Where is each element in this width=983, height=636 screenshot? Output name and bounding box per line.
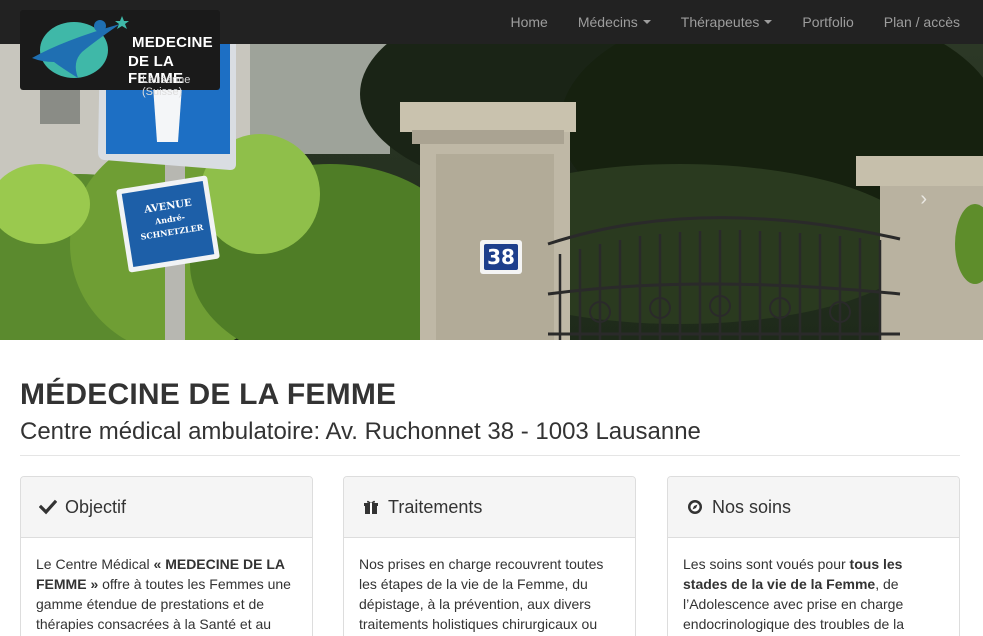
panel-nos-soins: Nos soins Les soins sont voués pour tous… — [667, 476, 960, 636]
house-number: 38 — [487, 245, 515, 269]
nav-therapeutes[interactable]: Thérapeutes — [666, 0, 788, 44]
logo-text-line1: MEDECINE — [132, 34, 213, 51]
panel-text: Nos prises en charge recouvrent toutes l… — [359, 556, 604, 632]
nav-medecins[interactable]: Médecins — [563, 0, 666, 44]
caret-down-icon — [642, 20, 651, 24]
nav-home[interactable]: Home — [495, 0, 562, 44]
site-logo[interactable]: MEDECINE DE LA FEMME Lausanne (Suisse) — [20, 10, 220, 98]
divider — [20, 455, 960, 456]
page-title: MÉDECINE DE LA FEMME — [20, 378, 397, 411]
panel-text: Le Centre Médical — [36, 556, 154, 572]
panel-heading: Traitements — [344, 477, 635, 538]
nav-therapeutes-label: Thérapeutes — [680, 14, 760, 30]
nav-portfolio[interactable]: Portfolio — [787, 0, 868, 44]
compass-icon — [686, 498, 704, 516]
panel-title: Objectif — [65, 496, 127, 517]
panel-text: Les soins sont voués pour — [683, 556, 850, 572]
chevron-right-icon[interactable]: › — [920, 188, 927, 211]
page-subtitle: Centre médical ambulatoire: Av. Ruchonne… — [20, 418, 701, 445]
panel-body: Le Centre Médical « MEDECINE DE LA FEMME… — [21, 538, 312, 634]
panel-body: Nos prises en charge recouvrent toutes l… — [344, 538, 635, 634]
caret-down-icon — [764, 20, 773, 24]
panel-title: Traitements — [388, 496, 483, 517]
nav-portfolio-label: Portfolio — [802, 14, 854, 30]
panel-body: Les soins sont voués pour tous les stade… — [668, 538, 959, 634]
nav-links: Home Médecins Thérapeutes Portfolio Plan… — [495, 0, 975, 44]
nav-plan-acces[interactable]: Plan / accès — [869, 0, 975, 44]
nav-medecins-label: Médecins — [577, 14, 638, 30]
panel-objectif: Objectif Le Centre Médical « MEDECINE DE… — [20, 476, 313, 636]
logo-figure-icon — [32, 16, 129, 78]
panel-traitements: Traitements Nos prises en charge recouvr… — [343, 476, 636, 636]
logo-text-line3: Lausanne (Suisse) — [142, 74, 191, 98]
panel-title: Nos soins — [712, 496, 792, 517]
gift-icon — [362, 498, 380, 516]
check-icon — [39, 498, 57, 516]
nav-plan-acces-label: Plan / accès — [883, 14, 960, 30]
panel-heading: Objectif — [21, 477, 312, 538]
nav-home-label: Home — [510, 14, 548, 30]
panel-heading: Nos soins — [668, 477, 959, 538]
